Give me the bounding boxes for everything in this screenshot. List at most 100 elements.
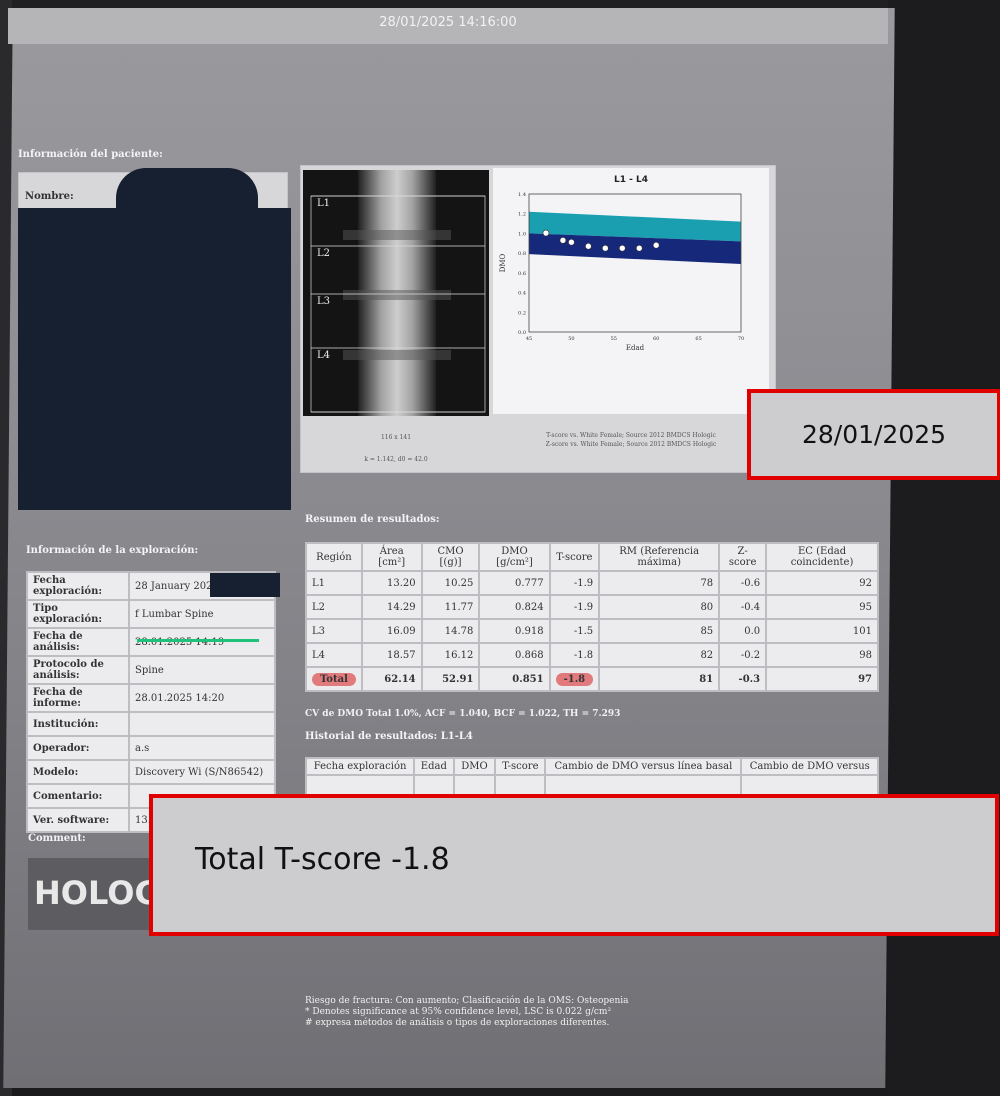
info-row: Fecha de análisis: 28.01.2025 14:19: [26, 627, 276, 657]
x-tick-label: 70: [738, 336, 744, 342]
comment-label: Comment:: [28, 833, 86, 844]
info-value: f Lumbar Spine: [128, 599, 276, 629]
value-cell: 85: [598, 618, 721, 644]
total-tscore-highlight: -1.8: [555, 672, 594, 686]
report-footer: Riesgo de fractura: Con aumento; Clasifi…: [305, 996, 845, 1029]
region-cell: Total: [305, 666, 363, 692]
results-header: T-score: [548, 542, 601, 572]
info-value: 28.01.2025 14:19: [128, 627, 276, 657]
vertebra-label: L1: [317, 198, 331, 209]
results-table: Región Área [cm²] CMO [(g)] DMO [g/cm²] T-sc…: [305, 542, 879, 692]
y-axis-label: DMO: [499, 253, 507, 272]
info-label: Institución:: [26, 711, 130, 737]
region-cell: L4: [305, 642, 363, 668]
value-cell: -1.8: [548, 666, 601, 692]
cv-note: CV de DMO Total 1.0%, ACF = 1.040, BCF =…: [305, 709, 621, 719]
table-row: L2 14.29 11.77 0.824 -1.9 80 -0.4 95: [305, 594, 879, 620]
exploration-section-title: Información de la exploración:: [26, 545, 199, 556]
data-point: [618, 244, 626, 252]
info-row: Modelo: Discovery Wi (S/N86542): [26, 759, 276, 785]
chart-note: T-score vs. White Female; Source 2012 BM…: [546, 432, 716, 439]
vertebra-label: L2: [317, 248, 331, 259]
info-value: Spine: [128, 655, 276, 685]
data-point: [542, 229, 550, 237]
info-label: Tipo exploración:: [26, 599, 130, 629]
footer-line: Riesgo de fractura: Con aumento; Clasifi…: [305, 996, 629, 1006]
vertebra-label: L4: [317, 350, 331, 361]
value-cell: -0.2: [718, 642, 768, 668]
value-cell: 62.14: [360, 666, 423, 692]
spine-scan-image: L1 L2 L3 L4: [303, 170, 489, 416]
overlay-date: 28/01/2025: [801, 420, 947, 449]
x-axis-label: Edad: [626, 344, 645, 352]
value-cell: 101: [765, 618, 879, 644]
value-cell: 81: [598, 666, 721, 692]
value-cell: 14.29: [360, 594, 423, 620]
info-value: [128, 711, 276, 737]
info-row: Institución:: [26, 711, 276, 737]
data-point: [635, 244, 643, 252]
history-header: Edad: [413, 757, 455, 776]
info-value: 28.01.2025 14:20: [128, 683, 276, 713]
history-header: DMO: [452, 757, 497, 776]
info-label: Fecha de análisis:: [26, 627, 130, 657]
overlay-tscore: Total T-score -1.8: [195, 842, 450, 877]
footer-line: * Denotes significance at 95% confidence…: [305, 1007, 612, 1017]
x-tick-label: 45: [526, 336, 532, 342]
redaction-block: [210, 573, 280, 597]
y-tick-label: 0.0: [518, 330, 526, 336]
patient-section-title: Información del paciente:: [18, 149, 163, 160]
chart-note: Z-score vs. White Female; Source 2012 BM…: [545, 441, 717, 448]
value-cell: 98: [765, 642, 879, 668]
value-cell: 14.78: [420, 618, 481, 644]
total-highlight: Total: [312, 672, 356, 686]
table-row: L1 13.20 10.25 0.777 -1.9 78 -0.6 92: [305, 570, 879, 596]
y-tick-label: 1.4: [518, 192, 526, 198]
info-label: Protocolo de análisis:: [26, 655, 130, 685]
results-header: Región: [305, 542, 363, 572]
value-cell: 13.20: [360, 570, 423, 596]
region-cell: L1: [305, 570, 363, 596]
redaction-block: [18, 208, 291, 510]
region-cell: L3: [305, 618, 363, 644]
info-row: Operador: a.s: [26, 735, 276, 761]
name-label: Nombre:: [25, 191, 74, 202]
vertebra-label: L3: [317, 296, 331, 307]
data-point: [585, 242, 592, 250]
value-cell: 80: [598, 594, 721, 620]
info-label: Fecha exploración:: [26, 571, 130, 601]
data-point: [652, 241, 660, 249]
results-header: RM (Referencia máxima): [598, 542, 721, 572]
value-cell: 0.777: [478, 570, 551, 596]
scan-caption: k = 1.142, d0 = 42.0: [364, 456, 428, 463]
value-cell: 11.77: [420, 594, 481, 620]
bmd-chart: L1 - L4 0.0 0.2 0.4 0.6 0.8 1.0 1.2 1.4 45 50 55 60 6…: [493, 168, 769, 414]
value-cell: 10.25: [420, 570, 481, 596]
history-header-row: Fecha exploración Edad DMO T-score Cambio de…: [304, 757, 879, 776]
info-row: Fecha de informe: 28.01.2025 14:20: [26, 683, 276, 713]
highlight-underline: [137, 639, 259, 642]
value-cell: -0.3: [718, 666, 768, 692]
value-cell: 0.868: [478, 642, 551, 668]
chart-title: L1 - L4: [614, 175, 648, 185]
value-cell: 92: [765, 570, 879, 596]
info-label: Ver. software:: [26, 807, 130, 833]
info-value: a.s: [128, 735, 276, 761]
table-row: Total 62.14 52.91 0.851 -1.8 81 -0.3 97: [305, 666, 879, 692]
region-cell: L2: [305, 594, 363, 620]
y-tick-label: 0.2: [518, 310, 526, 316]
info-label: Fecha de informe:: [26, 683, 130, 713]
value-cell: 16.09: [360, 618, 423, 644]
x-tick-label: 65: [695, 336, 701, 342]
results-header-row: Región Área [cm²] CMO [(g)] DMO [g/cm²] T-sc…: [305, 542, 879, 572]
value-cell: -1.9: [548, 570, 601, 596]
table-row: L3 16.09 14.78 0.918 -1.5 85 0.0 101: [305, 618, 879, 644]
footer-line: # expresa métodos de análisis o tipos de…: [305, 1018, 610, 1028]
table-row: L4 18.57 16.12 0.868 -1.8 82 -0.2 98: [305, 642, 879, 668]
value-cell: -1.5: [548, 618, 601, 644]
data-point: [602, 244, 609, 252]
history-section-title: Historial de resultados: L1-L4: [305, 731, 473, 742]
results-header: DMO [g/cm²]: [478, 542, 551, 572]
value-cell: 78: [598, 570, 721, 596]
info-row: Protocolo de análisis: Spine: [26, 655, 276, 685]
